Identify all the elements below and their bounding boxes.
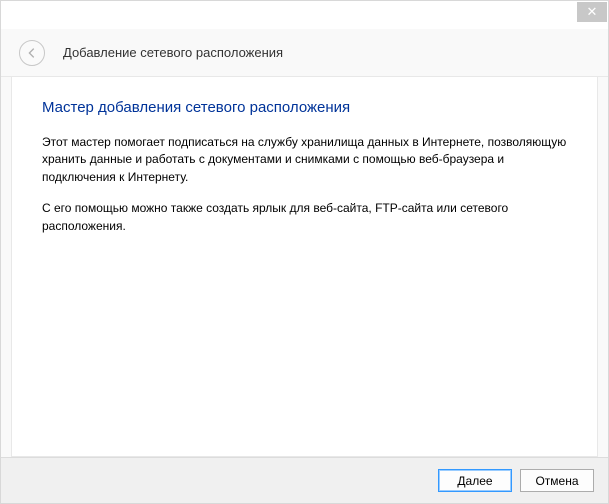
wizard-paragraph-2: С его помощью можно также создать ярлык … bbox=[42, 200, 567, 235]
back-button bbox=[19, 40, 45, 66]
wizard-paragraph-1: Этот мастер помогает подписаться на служ… bbox=[42, 134, 567, 186]
wizard-content: Мастер добавления сетевого расположения … bbox=[11, 77, 598, 457]
back-arrow-icon bbox=[25, 46, 39, 60]
wizard-header: Добавление сетевого расположения bbox=[1, 29, 608, 77]
wizard-window: ✕ Добавление сетевого расположения Масте… bbox=[0, 0, 609, 504]
window-title: Добавление сетевого расположения bbox=[63, 45, 283, 60]
content-wrapper: Мастер добавления сетевого расположения … bbox=[1, 77, 608, 457]
close-button[interactable]: ✕ bbox=[577, 2, 607, 22]
titlebar: ✕ bbox=[1, 1, 608, 29]
wizard-footer: Далее Отмена bbox=[1, 457, 608, 503]
wizard-heading: Мастер добавления сетевого расположения bbox=[42, 99, 567, 116]
cancel-button[interactable]: Отмена bbox=[520, 469, 594, 492]
next-button[interactable]: Далее bbox=[438, 469, 512, 492]
close-icon: ✕ bbox=[587, 4, 598, 20]
